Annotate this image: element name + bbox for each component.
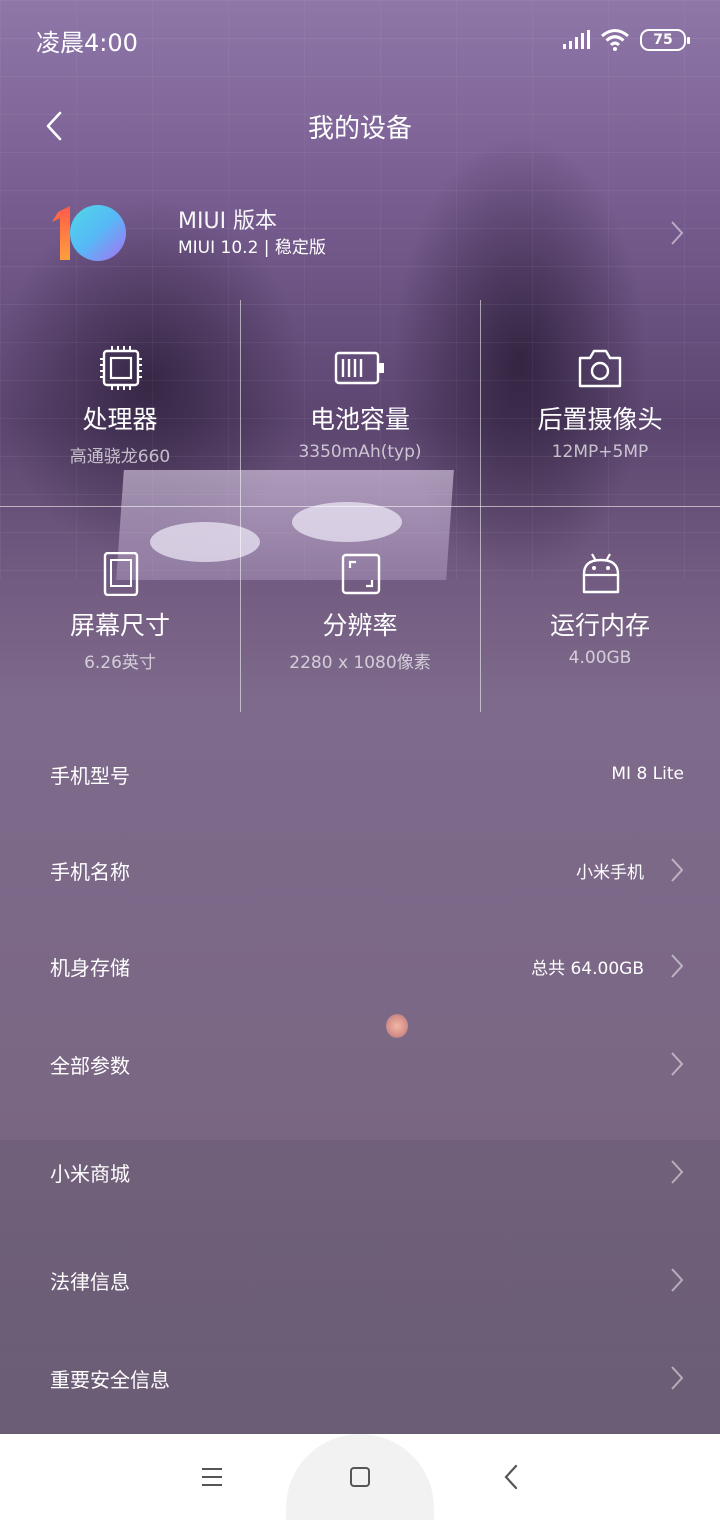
list-item-label: 全部参数 [50,1053,130,1078]
spec-name: 运行内存 [549,611,650,640]
back-icon[interactable] [500,1462,524,1492]
chevron-right-icon [671,1366,684,1390]
back-chevron-icon[interactable] [40,110,72,142]
page-header: 我的设备 [0,90,720,162]
list-item-storage[interactable]: 机身存储 总共 64.00GB [0,918,720,1014]
device-spec-grid: 处理器 高通骁龙660 电池容量 3350mAh(typ) 后置摄像头 12MP… [0,300,720,712]
system-navigation-bar [0,1434,720,1520]
chevron-right-icon [671,221,684,245]
status-time: 凌晨4:00 [36,28,138,57]
chevron-right-icon [671,858,684,882]
chevron-right-icon [671,1268,684,1292]
spec-value: 高通骁龙660 [69,447,171,467]
list-item-label: 手机名称 [50,859,130,884]
spec-battery[interactable]: 电池容量 3350mAh(typ) [240,300,480,506]
spec-name: 处理器 [82,405,158,434]
wifi-icon [601,29,629,51]
spec-name: 电池容量 [309,405,410,434]
miui-text: MIUI 版本 MIUI 10.2 | 稳定版 [178,208,326,260]
spec-resolution[interactable]: 分辨率 2280 x 1080像素 [240,506,480,712]
list-item-label: 小米商城 [50,1161,130,1186]
resolution-icon [341,553,381,595]
status-bar: 凌晨4:00 75 [0,0,720,80]
battery-level: 75 [653,32,673,48]
spec-value: 12MP+5MP [551,442,649,462]
spec-name: 分辨率 [322,611,398,640]
list-item-mi-store[interactable]: 小米商城 [0,1114,720,1230]
list-item-label: 重要安全信息 [50,1367,170,1392]
list-item-model: 手机型号 MI 8 Lite [0,726,720,822]
list-item-label: 手机型号 [50,763,130,788]
miui-version-row[interactable]: MIUI 版本 MIUI 10.2 | 稳定版 [0,196,720,272]
spec-value: 3350mAh(typ) [298,442,422,462]
chevron-right-icon [671,954,684,978]
screen-size-icon [103,552,139,596]
list-item-legal-info[interactable]: 法律信息 [0,1230,720,1330]
spec-value: 2280 x 1080像素 [289,653,431,673]
miui-label: MIUI 版本 [178,209,278,234]
chevron-right-icon [671,1052,684,1076]
list-item-value: 总共 64.00GB [531,958,644,979]
signal-icon [563,30,590,49]
battery-icon: 75 [640,29,690,51]
chevron-right-icon [671,1160,684,1184]
list-item-value: 小米手机 [576,862,644,883]
list-item-all-specs[interactable]: 全部参数 [0,1014,720,1114]
camera-icon [578,349,622,388]
miui-version: MIUI 10.2 | 稳定版 [178,238,326,258]
spec-ram[interactable]: 运行内存 4.00GB [480,506,720,712]
status-icons: 75 [562,28,690,52]
spec-name: 后置摄像头 [537,405,663,434]
list-item-name[interactable]: 手机名称 小米手机 [0,822,720,918]
spec-screen-size[interactable]: 屏幕尺寸 6.26英寸 [0,506,240,712]
list-item-value: MI 8 Lite [611,764,684,784]
menu-icon[interactable] [200,1462,224,1492]
list-item-safety-info[interactable]: 重要安全信息 [0,1330,720,1426]
spec-value: 6.26英寸 [84,653,156,673]
miui-10-logo-icon [52,205,126,261]
spec-value: 4.00GB [568,648,632,668]
spec-rear-camera[interactable]: 后置摄像头 12MP+5MP [480,300,720,506]
android-icon [582,553,620,594]
list-item-label: 法律信息 [50,1269,130,1294]
device-info-list: 手机型号 MI 8 Lite 手机名称 小米手机 机身存储 总共 64.00GB… [0,726,720,1426]
spec-name: 屏幕尺寸 [69,611,170,640]
battery-capacity-icon [334,351,384,385]
processor-chip-icon [100,346,142,390]
list-item-label: 机身存储 [50,955,130,980]
spec-processor[interactable]: 处理器 高通骁龙660 [0,300,240,506]
home-icon[interactable] [348,1462,372,1492]
page-title: 我的设备 [307,113,412,144]
